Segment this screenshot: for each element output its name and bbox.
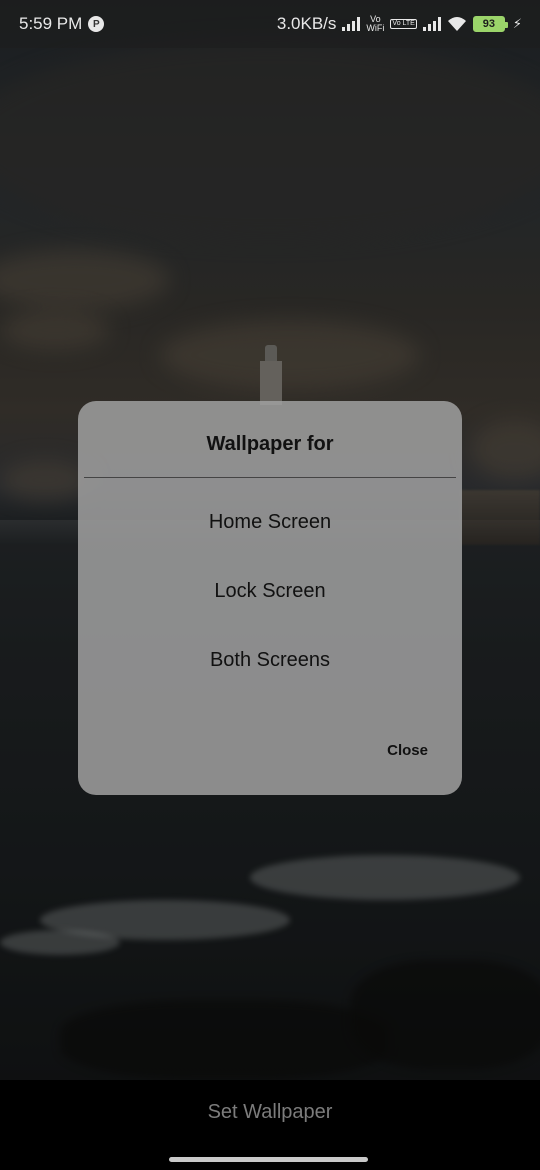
status-right: 3.0KB/s Vo WiFi Vo LTE 93 ⚡ bbox=[277, 14, 522, 34]
app-notification-icon: P bbox=[88, 16, 105, 32]
wallpaper-target-dialog: Wallpaper for Home Screen Lock Screen Bo… bbox=[78, 401, 462, 795]
battery-icon: 93 bbox=[472, 16, 508, 32]
option-home-screen[interactable]: Home Screen bbox=[78, 511, 462, 534]
dialog-divider bbox=[84, 477, 456, 478]
status-bar: 5:59 PM P 3.0KB/s Vo WiFi Vo LTE 93 ⚡ bbox=[0, 0, 540, 48]
wifi-icon bbox=[447, 17, 466, 31]
volte-icon: Vo LTE bbox=[390, 19, 417, 29]
status-left: 5:59 PM P bbox=[19, 14, 105, 34]
cellular-signal-icon bbox=[422, 17, 441, 31]
option-both-screens[interactable]: Both Screens bbox=[78, 649, 462, 672]
bottom-bar: Set Wallpaper bbox=[0, 1080, 540, 1170]
home-indicator[interactable] bbox=[169, 1157, 368, 1162]
cellular-signal-icon bbox=[342, 17, 361, 31]
dialog-title: Wallpaper for bbox=[206, 433, 334, 455]
vowifi-icon: Vo WiFi bbox=[366, 14, 385, 33]
charging-icon: ⚡ bbox=[512, 16, 522, 31]
status-time: 5:59 PM bbox=[19, 14, 83, 33]
close-button[interactable]: Close bbox=[387, 742, 428, 759]
option-lock-screen[interactable]: Lock Screen bbox=[78, 580, 462, 603]
network-speed: 3.0KB/s bbox=[276, 14, 337, 33]
set-wallpaper-button[interactable]: Set Wallpaper bbox=[0, 1101, 540, 1124]
